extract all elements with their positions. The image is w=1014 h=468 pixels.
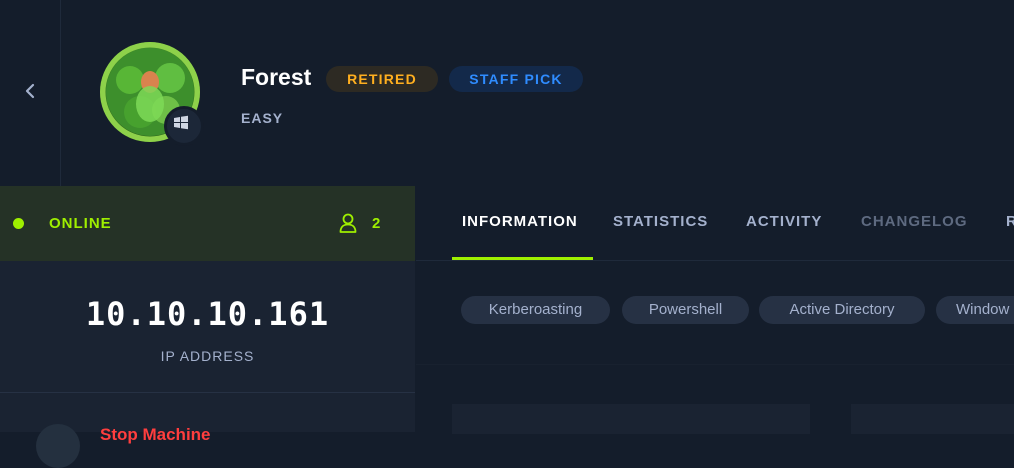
difficulty-label: EASY bbox=[241, 110, 284, 126]
ip-box[interactable]: 10.10.10.161 IP ADDRESS bbox=[0, 261, 415, 393]
machine-sidebar: ONLINE 2 10.10.10.161 IP ADDRESS Stop Ma… bbox=[0, 186, 415, 468]
stop-icon[interactable] bbox=[36, 424, 80, 468]
status-label: ONLINE bbox=[49, 215, 112, 232]
tab-activity[interactable]: ACTIVITY bbox=[746, 213, 822, 230]
status-dot-icon bbox=[13, 218, 24, 229]
player-count: 2 bbox=[372, 215, 381, 232]
active-tab-indicator bbox=[452, 257, 593, 260]
machine-title: Forest bbox=[241, 64, 312, 90]
tab-information[interactable]: INFORMATION bbox=[462, 213, 578, 230]
tag-list: Kerberoasting Powershell Active Director… bbox=[416, 296, 1014, 326]
tag-powershell[interactable]: Powershell bbox=[622, 296, 749, 324]
machine-content: INFORMATION STATISTICS ACTIVITY CHANGELO… bbox=[416, 186, 1014, 434]
section-divider bbox=[416, 364, 1014, 365]
os-badge bbox=[164, 106, 204, 146]
user-icon bbox=[339, 213, 357, 233]
machine-avatar bbox=[100, 42, 204, 146]
tab-statistics[interactable]: STATISTICS bbox=[613, 213, 708, 230]
chevron-left-icon bbox=[25, 83, 35, 99]
info-card-right bbox=[851, 404, 1014, 434]
tag-windows[interactable]: Window bbox=[936, 296, 1014, 324]
info-card-left bbox=[452, 404, 810, 434]
status-bar: ONLINE 2 bbox=[0, 186, 415, 261]
ip-address-value[interactable]: 10.10.10.161 bbox=[0, 295, 415, 333]
machine-header: Forest RETIRED STAFF PICK EASY bbox=[0, 0, 1014, 186]
stop-machine-button[interactable]: Stop Machine bbox=[100, 425, 211, 445]
tab-truncated[interactable]: R bbox=[1006, 213, 1014, 230]
tag-active-directory[interactable]: Active Directory bbox=[759, 296, 925, 324]
back-button[interactable] bbox=[20, 80, 40, 102]
tab-changelog[interactable]: CHANGELOG bbox=[861, 213, 968, 230]
back-column bbox=[0, 0, 61, 186]
windows-icon bbox=[174, 115, 188, 130]
staff-pick-badge: STAFF PICK bbox=[449, 66, 583, 92]
tag-kerberoasting[interactable]: Kerberoasting bbox=[461, 296, 610, 324]
tab-bar: INFORMATION STATISTICS ACTIVITY CHANGELO… bbox=[416, 186, 1014, 261]
retired-badge: RETIRED bbox=[326, 66, 438, 92]
ip-address-label: IP ADDRESS bbox=[160, 348, 255, 364]
